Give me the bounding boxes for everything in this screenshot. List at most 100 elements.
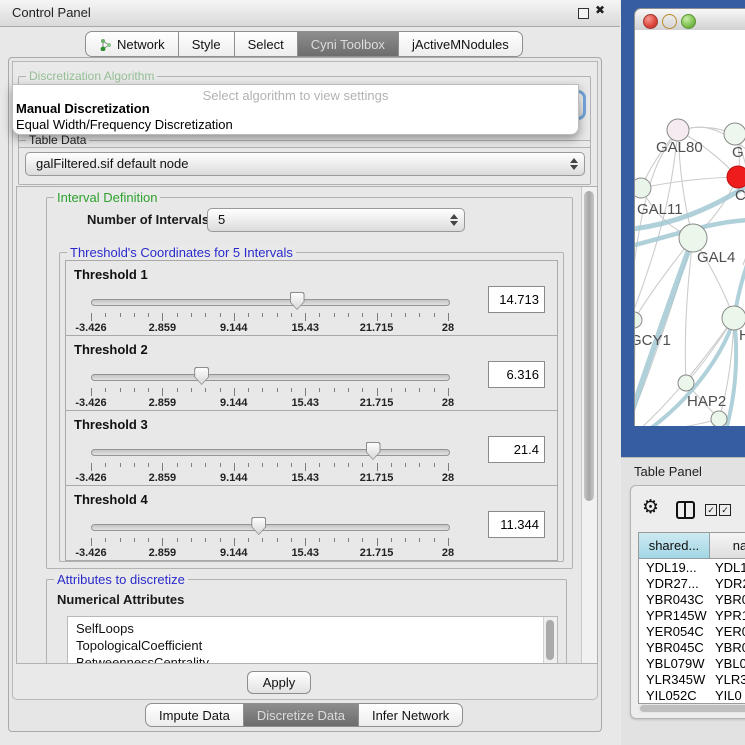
slider-tick bbox=[148, 388, 149, 392]
tab-network[interactable]: Network bbox=[85, 31, 179, 57]
interval-definition-group: Interval Definition Number of Intervals … bbox=[46, 197, 573, 569]
algorithm-item-manual[interactable]: Manual Discretization bbox=[16, 101, 150, 116]
apply-button[interactable]: Apply bbox=[247, 671, 311, 694]
threshold-slider[interactable]: -3.4262.8599.14415.4321.71528 bbox=[91, 441, 448, 483]
table-row[interactable]: YDR27...YDR2 bbox=[639, 576, 745, 592]
table-row[interactable]: YBR045CYBR0 bbox=[639, 640, 745, 656]
threshold-slider[interactable]: -3.4262.8599.14415.4321.71528 bbox=[91, 366, 448, 408]
table-row[interactable]: YPR145WYPR1 bbox=[639, 608, 745, 624]
slider-tick bbox=[105, 538, 106, 542]
table-row[interactable]: YBR043CYBR0 bbox=[639, 592, 745, 608]
table-data-combobox[interactable]: galFiltered.sif default node bbox=[25, 152, 585, 176]
threshold-value-field[interactable]: 6.316 bbox=[488, 361, 545, 388]
attribute-item-betweennesscentrality[interactable]: BetweennessCentrality bbox=[68, 654, 557, 664]
slider-tick bbox=[220, 538, 221, 542]
slider-tick-label: -3.426 bbox=[75, 547, 106, 559]
float-window-icon[interactable] bbox=[578, 8, 589, 19]
tab-style[interactable]: Style bbox=[178, 31, 235, 57]
combo-arrows-icon bbox=[570, 158, 578, 170]
threshold-slider[interactable]: -3.4262.8599.14415.4321.71528 bbox=[91, 516, 448, 558]
table-panel-title: Table Panel bbox=[634, 464, 702, 479]
slider-tick bbox=[177, 388, 178, 392]
cyni-mode-tabs: Impute DataDiscretize DataInfer Network bbox=[145, 703, 463, 727]
cell-name: YBL0 bbox=[715, 656, 745, 671]
table-row[interactable]: YER054CYER0 bbox=[639, 624, 745, 640]
network-window-titlebar[interactable] bbox=[634, 8, 745, 32]
slider-track[interactable] bbox=[91, 374, 450, 381]
columns-icon[interactable] bbox=[676, 501, 695, 519]
attribute-item-selfloops[interactable]: SelfLoops bbox=[68, 617, 557, 637]
network-node-gal4[interactable] bbox=[679, 224, 707, 252]
close-traffic-light[interactable] bbox=[643, 14, 658, 29]
slider-tick-label: 2.859 bbox=[149, 472, 177, 484]
network-node-hap2[interactable] bbox=[678, 375, 694, 391]
slider-thumb[interactable] bbox=[366, 442, 381, 460]
network-canvas[interactable]: GAL80G.CGAL11GAL4GCY1HHAP2 bbox=[634, 30, 745, 426]
threshold-value-field[interactable]: 14.713 bbox=[488, 286, 545, 313]
tab-jactivemnodules[interactable]: jActiveMNodules bbox=[398, 31, 523, 57]
slider-tick bbox=[405, 313, 406, 317]
slider-tick-label: 28 bbox=[442, 397, 454, 409]
tab-infer-network[interactable]: Infer Network bbox=[358, 703, 463, 727]
panel-scrollbar[interactable] bbox=[581, 187, 597, 663]
slider-tick bbox=[91, 313, 92, 321]
slider-tick bbox=[234, 313, 235, 321]
gear-icon[interactable]: ⚙ bbox=[642, 498, 659, 517]
network-node-gal11[interactable] bbox=[635, 178, 651, 198]
table-row[interactable]: YDL19...YDL1 bbox=[639, 560, 745, 576]
table-row[interactable]: YIL052CYIL0 bbox=[639, 688, 745, 704]
slider-tick bbox=[248, 313, 249, 317]
slider-thumb[interactable] bbox=[290, 292, 305, 310]
tab-label: jActiveMNodules bbox=[412, 37, 509, 52]
network-node-gcy1[interactable] bbox=[635, 312, 642, 328]
threshold-value-field[interactable]: 11.344 bbox=[488, 511, 545, 538]
tab-cyni-toolbox[interactable]: Cyni Toolbox bbox=[297, 31, 399, 57]
zoom-traffic-light[interactable] bbox=[681, 14, 696, 29]
slider-tick-label: 28 bbox=[442, 547, 454, 559]
scrollbar-thumb[interactable] bbox=[640, 705, 745, 712]
cell-name: YER0 bbox=[715, 624, 745, 639]
table-data-value: galFiltered.sif default node bbox=[36, 156, 188, 171]
algorithm-item-equal-width[interactable]: Equal Width/Frequency Discretization bbox=[16, 117, 233, 132]
slider-tick bbox=[220, 388, 221, 392]
scrollbar-thumb[interactable] bbox=[584, 191, 594, 501]
column-header-name[interactable]: na bbox=[710, 533, 745, 559]
column-header-shared-name[interactable]: shared... bbox=[639, 533, 710, 559]
checkbox-icon[interactable]: ✓ bbox=[719, 504, 731, 516]
threshold-list: Threshold 1 -3.4262.8599.14415.4321.7152… bbox=[65, 261, 558, 561]
slider-track[interactable] bbox=[91, 449, 450, 456]
slider-tick bbox=[319, 313, 320, 317]
attribute-item-topologicalcoefficient[interactable]: TopologicalCoefficient bbox=[68, 637, 557, 654]
slider-track[interactable] bbox=[91, 524, 450, 531]
numerical-attributes-list[interactable]: SelfLoopsTopologicalCoefficientBetweenne… bbox=[67, 616, 558, 664]
network-node-gal80[interactable] bbox=[667, 119, 689, 141]
network-node[interactable] bbox=[711, 411, 727, 426]
network-node-c[interactable] bbox=[727, 166, 745, 188]
table-card: ⚙ ✓ ✓ shared... na YDL19...YDL1YDR27...Y… bbox=[630, 485, 745, 719]
threshold-value-field[interactable]: 21.4 bbox=[488, 436, 545, 463]
slider-tick-label: 28 bbox=[442, 322, 454, 334]
tab-impute-data[interactable]: Impute Data bbox=[145, 703, 244, 727]
slider-tick bbox=[177, 538, 178, 542]
slider-tick bbox=[177, 313, 178, 317]
table-row[interactable]: YBL079WYBL0 bbox=[639, 656, 745, 672]
slider-track[interactable] bbox=[91, 299, 450, 306]
checkbox-icon[interactable]: ✓ bbox=[705, 504, 717, 516]
network-node-g[interactable] bbox=[724, 123, 745, 145]
slider-thumb[interactable] bbox=[251, 517, 266, 535]
slider-thumb[interactable] bbox=[194, 367, 209, 385]
tab-discretize-data[interactable]: Discretize Data bbox=[243, 703, 359, 727]
table-row[interactable]: YLR345WYLR3 bbox=[639, 672, 745, 688]
minimize-traffic-light[interactable] bbox=[662, 14, 677, 29]
close-icon[interactable]: ✖ bbox=[595, 3, 605, 17]
cytoscape-app: Control Panel ✖ NetworkStyleSelectCyni T… bbox=[0, 0, 745, 745]
slider-tick bbox=[277, 538, 278, 542]
num-intervals-combobox[interactable]: 5 bbox=[207, 208, 465, 232]
list-scrollbar[interactable] bbox=[543, 617, 557, 664]
node-table[interactable]: shared... na YDL19...YDL1YDR27...YDR2YBR… bbox=[638, 532, 745, 704]
table-hscrollbar[interactable] bbox=[638, 704, 745, 713]
slider-tick bbox=[334, 463, 335, 467]
slider-tick bbox=[148, 538, 149, 542]
tab-select[interactable]: Select bbox=[234, 31, 298, 57]
threshold-slider[interactable]: -3.4262.8599.14415.4321.71528 bbox=[91, 291, 448, 333]
